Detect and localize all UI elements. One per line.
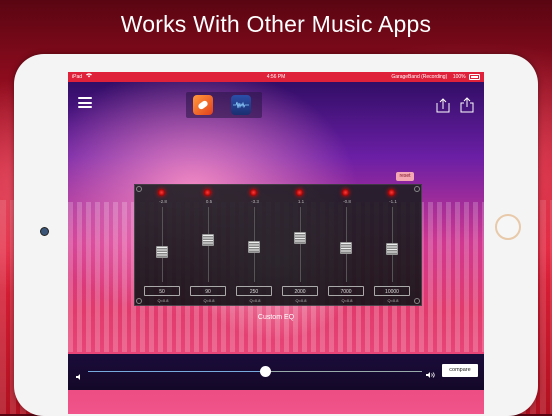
band-gain: -0.8: [343, 199, 351, 204]
reset-button[interactable]: reset: [396, 172, 414, 181]
volume-slider[interactable]: [88, 366, 422, 377]
band-q-value: Q=0.8: [295, 298, 307, 303]
band-gain: -2.8: [159, 199, 167, 204]
garageband-app-icon[interactable]: [193, 95, 213, 115]
corner-screw: [136, 298, 142, 304]
band-q-value: Q=0.8: [249, 298, 261, 303]
volume-high-icon: [426, 366, 436, 384]
band-led-icon: [158, 189, 165, 196]
eq-panel: -2.8 50 Q=0.8 0.5 90 Q=0.8 -3.3 250 Q=0.8 1.1 2000…: [134, 184, 422, 306]
band-led-icon: [204, 189, 211, 196]
corner-screw: [414, 186, 420, 192]
app-screen: iPad 4:56 PM GarageBand (Recording) 100%: [68, 72, 484, 414]
band-gain: -3.3: [251, 199, 259, 204]
band-frequency-field[interactable]: 10000: [374, 286, 410, 296]
band-slider-knob[interactable]: [294, 232, 306, 245]
band-q-value: Q=0.8: [387, 298, 399, 303]
battery-icon: [469, 73, 480, 80]
band-gain: -1.1: [389, 199, 397, 204]
eq-band: 0.5 90 Q=0.8: [189, 185, 229, 305]
eq-band: -1.1 10000 Q=0.8: [373, 185, 413, 305]
band-frequency-field[interactable]: 2000: [282, 286, 318, 296]
band-led-icon: [342, 189, 349, 196]
band-led-icon: [296, 189, 303, 196]
band-frequency-field[interactable]: 250: [236, 286, 272, 296]
status-right: GarageBand (Recording) 100%: [391, 72, 480, 82]
band-q-value: Q=0.8: [341, 298, 353, 303]
hamburger-icon[interactable]: [78, 97, 92, 108]
volume-slider-thumb[interactable]: [259, 366, 271, 377]
band-slider-knob[interactable]: [340, 241, 352, 254]
band-led-icon: [388, 189, 395, 196]
band-slider-knob[interactable]: [386, 242, 398, 255]
player-bar: compare: [68, 354, 484, 390]
volume-low-icon: [76, 367, 82, 385]
band-slider-track: [162, 207, 163, 282]
band-slider-knob[interactable]: [248, 241, 260, 254]
band-frequency-field[interactable]: 90: [190, 286, 226, 296]
compare-button[interactable]: compare: [442, 364, 478, 377]
eq-band: -0.8 7000 Q=0.8: [327, 185, 367, 305]
equalizer-app-icon[interactable]: [231, 95, 251, 115]
status-bar: iPad 4:56 PM GarageBand (Recording) 100%: [68, 72, 484, 82]
recording-app-label: GarageBand (Recording): [391, 74, 448, 80]
band-q-value: Q=0.8: [157, 298, 169, 303]
band-led-icon: [250, 189, 257, 196]
app-switcher: [186, 92, 262, 118]
band-slider-knob[interactable]: [202, 234, 214, 247]
band-gain: 1.1: [297, 199, 305, 204]
eq-band: 1.1 2000 Q=0.8: [281, 185, 321, 305]
corner-screw: [136, 186, 142, 192]
home-button[interactable]: [495, 214, 521, 240]
band-slider-knob[interactable]: [156, 246, 168, 259]
band-frequency-field[interactable]: 7000: [328, 286, 364, 296]
band-q-value: Q=0.8: [203, 298, 215, 303]
front-camera: [40, 227, 49, 236]
headline: Works With Other Music Apps: [120, 11, 432, 37]
corner-screw: [414, 298, 420, 304]
battery-percent: 100%: [452, 74, 466, 80]
eq-band: -2.8 50 Q=0.8: [143, 185, 183, 305]
band-frequency-field[interactable]: 50: [144, 286, 180, 296]
volume-slider-fill: [88, 371, 266, 372]
band-slider-track: [300, 207, 301, 282]
upload-icon[interactable]: [436, 97, 450, 113]
band-gain: 0.5: [205, 199, 213, 204]
share-icon[interactable]: [460, 97, 474, 113]
eq-band: -3.3 250 Q=0.8: [235, 185, 275, 305]
eq-preset-title: Custom EQ: [257, 314, 295, 321]
